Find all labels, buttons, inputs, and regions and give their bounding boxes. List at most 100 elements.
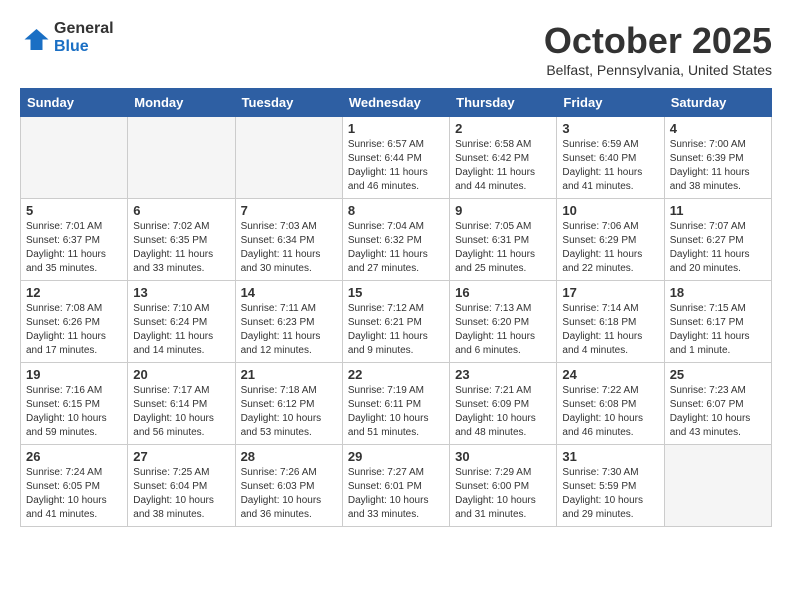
calendar-week-5: 26Sunrise: 7:24 AMSunset: 6:05 PMDayligh…: [21, 445, 772, 527]
day-info: Sunrise: 7:13 AMSunset: 6:20 PMDaylight:…: [455, 302, 551, 358]
logo-blue: Blue: [54, 38, 114, 56]
day-info: Sunrise: 7:27 AMSunset: 6:01 PMDaylight:…: [348, 466, 444, 522]
day-number: 13: [133, 285, 229, 300]
calendar-week-3: 12Sunrise: 7:08 AMSunset: 6:26 PMDayligh…: [21, 281, 772, 363]
logo-text: General Blue: [54, 20, 114, 55]
day-number: 5: [26, 203, 122, 218]
day-number: 3: [562, 121, 658, 136]
calendar-cell: 17 Sunrise: 7:14 AMSunset: 6:18 PMDayligh…: [557, 281, 664, 363]
day-number: 20: [133, 367, 229, 382]
day-number: 4: [670, 121, 766, 136]
day-info: Sunrise: 7:22 AMSunset: 6:08 PMDaylight:…: [562, 384, 658, 440]
day-info: Sunrise: 6:57 AMSunset: 6:44 PMDaylight:…: [348, 138, 444, 194]
day-number: 7: [241, 203, 337, 218]
col-sunday: Sunday: [21, 89, 128, 117]
calendar-cell: 2Sunrise: 6:58 AMSunset: 6:42 PMDaylight…: [450, 117, 557, 199]
day-number: 10: [562, 203, 658, 218]
col-wednesday: Wednesday: [342, 89, 449, 117]
calendar-cell: 18Sunrise: 7:15 AMSunset: 6:17 PMDayligh…: [664, 281, 771, 363]
day-number: 17: [562, 285, 658, 300]
header-row: Sunday Monday Tuesday Wednesday Thursday…: [21, 89, 772, 117]
calendar-cell: 31 Sunrise: 7:30 AMSunset: 5:59 PMDayligh…: [557, 445, 664, 527]
day-number: 16: [455, 285, 551, 300]
calendar-cell: 24 Sunrise: 7:22 AMSunset: 6:08 PMDayligh…: [557, 363, 664, 445]
calendar-cell: [21, 117, 128, 199]
calendar-cell: 4 Sunrise: 7:00 AMSunset: 6:39 PMDaylight…: [664, 117, 771, 199]
day-info: Sunrise: 6:58 AMSunset: 6:42 PMDaylight:…: [455, 138, 551, 194]
calendar-cell: 10 Sunrise: 7:06 AMSunset: 6:29 PMDayligh…: [557, 199, 664, 281]
day-info: Sunrise: 7:02 AMSunset: 6:35 PMDaylight:…: [133, 220, 229, 276]
day-info: Sunrise: 7:15 AMSunset: 6:17 PMDaylight:…: [670, 302, 766, 358]
day-info: Sunrise: 7:18 AMSunset: 6:12 PMDaylight:…: [241, 384, 337, 440]
logo-general: General: [54, 20, 114, 38]
col-tuesday: Tuesday: [235, 89, 342, 117]
day-info: Sunrise: 7:26 AMSunset: 6:03 PMDaylight:…: [241, 466, 337, 522]
logo-icon: [20, 23, 50, 53]
calendar-cell: 20 Sunrise: 7:17 AMSunset: 6:14 PMDayligh…: [128, 363, 235, 445]
day-info: Sunrise: 7:30 AMSunset: 5:59 PMDaylight:…: [562, 466, 658, 522]
calendar-cell: 23Sunrise: 7:21 AMSunset: 6:09 PMDayligh…: [450, 363, 557, 445]
col-thursday: Thursday: [450, 89, 557, 117]
location: Belfast, Pennsylvania, United States: [544, 62, 772, 78]
col-friday: Friday: [557, 89, 664, 117]
day-number: 22: [348, 367, 444, 382]
day-number: 28: [241, 449, 337, 464]
day-info: Sunrise: 7:29 AMSunset: 6:00 PMDaylight:…: [455, 466, 551, 522]
calendar-cell: [664, 445, 771, 527]
calendar-cell: 7 Sunrise: 7:03 AMSunset: 6:34 PMDaylight…: [235, 199, 342, 281]
calendar-cell: [128, 117, 235, 199]
day-number: 6: [133, 203, 229, 218]
day-number: 27: [133, 449, 229, 464]
calendar-cell: 26Sunrise: 7:24 AMSunset: 6:05 PMDayligh…: [21, 445, 128, 527]
calendar-cell: 27 Sunrise: 7:25 AMSunset: 6:04 PMDayligh…: [128, 445, 235, 527]
calendar-cell: 5Sunrise: 7:01 AMSunset: 6:37 PMDaylight…: [21, 199, 128, 281]
day-number: 23: [455, 367, 551, 382]
day-info: Sunrise: 7:05 AMSunset: 6:31 PMDaylight:…: [455, 220, 551, 276]
calendar-week-2: 5Sunrise: 7:01 AMSunset: 6:37 PMDaylight…: [21, 199, 772, 281]
day-info: Sunrise: 7:10 AMSunset: 6:24 PMDaylight:…: [133, 302, 229, 358]
day-info: Sunrise: 7:03 AMSunset: 6:34 PMDaylight:…: [241, 220, 337, 276]
day-info: Sunrise: 7:23 AMSunset: 6:07 PMDaylight:…: [670, 384, 766, 440]
calendar-cell: 22Sunrise: 7:19 AMSunset: 6:11 PMDayligh…: [342, 363, 449, 445]
calendar-week-4: 19Sunrise: 7:16 AMSunset: 6:15 PMDayligh…: [21, 363, 772, 445]
calendar-cell: [235, 117, 342, 199]
calendar-cell: 1Sunrise: 6:57 AMSunset: 6:44 PMDaylight…: [342, 117, 449, 199]
calendar-cell: 11Sunrise: 7:07 AMSunset: 6:27 PMDayligh…: [664, 199, 771, 281]
day-number: 29: [348, 449, 444, 464]
day-number: 12: [26, 285, 122, 300]
day-info: Sunrise: 7:14 AMSunset: 6:18 PMDaylight:…: [562, 302, 658, 358]
day-number: 8: [348, 203, 444, 218]
logo: General Blue: [20, 20, 114, 55]
month-title: October 2025: [544, 20, 772, 62]
calendar-cell: 29 Sunrise: 7:27 AMSunset: 6:01 PMDayligh…: [342, 445, 449, 527]
day-info: Sunrise: 7:25 AMSunset: 6:04 PMDaylight:…: [133, 466, 229, 522]
day-info: Sunrise: 7:04 AMSunset: 6:32 PMDaylight:…: [348, 220, 444, 276]
day-info: Sunrise: 7:17 AMSunset: 6:14 PMDaylight:…: [133, 384, 229, 440]
day-number: 19: [26, 367, 122, 382]
calendar-cell: 19Sunrise: 7:16 AMSunset: 6:15 PMDayligh…: [21, 363, 128, 445]
calendar-cell: 14 Sunrise: 7:11 AMSunset: 6:23 PMDayligh…: [235, 281, 342, 363]
day-number: 15: [348, 285, 444, 300]
day-number: 31: [562, 449, 658, 464]
day-info: Sunrise: 7:00 AMSunset: 6:39 PMDaylight:…: [670, 138, 766, 194]
calendar-table: Sunday Monday Tuesday Wednesday Thursday…: [20, 88, 772, 527]
day-info: Sunrise: 7:11 AMSunset: 6:23 PMDaylight:…: [241, 302, 337, 358]
calendar-cell: 9 Sunrise: 7:05 AMSunset: 6:31 PMDaylight…: [450, 199, 557, 281]
calendar-cell: 8 Sunrise: 7:04 AMSunset: 6:32 PMDaylight…: [342, 199, 449, 281]
calendar-cell: 6 Sunrise: 7:02 AMSunset: 6:35 PMDaylight…: [128, 199, 235, 281]
calendar-cell: 16 Sunrise: 7:13 AMSunset: 6:20 PMDayligh…: [450, 281, 557, 363]
day-info: Sunrise: 6:59 AMSunset: 6:40 PMDaylight:…: [562, 138, 658, 194]
day-info: Sunrise: 7:06 AMSunset: 6:29 PMDaylight:…: [562, 220, 658, 276]
col-monday: Monday: [128, 89, 235, 117]
day-number: 9: [455, 203, 551, 218]
day-number: 24: [562, 367, 658, 382]
day-number: 30: [455, 449, 551, 464]
calendar-cell: 3 Sunrise: 6:59 AMSunset: 6:40 PMDaylight…: [557, 117, 664, 199]
title-block: October 2025 Belfast, Pennsylvania, Unit…: [544, 20, 772, 78]
col-saturday: Saturday: [664, 89, 771, 117]
day-number: 26: [26, 449, 122, 464]
day-number: 14: [241, 285, 337, 300]
calendar-cell: 30 Sunrise: 7:29 AMSunset: 6:00 PMDayligh…: [450, 445, 557, 527]
calendar-cell: 28 Sunrise: 7:26 AMSunset: 6:03 PMDayligh…: [235, 445, 342, 527]
calendar-cell: 15Sunrise: 7:12 AMSunset: 6:21 PMDayligh…: [342, 281, 449, 363]
